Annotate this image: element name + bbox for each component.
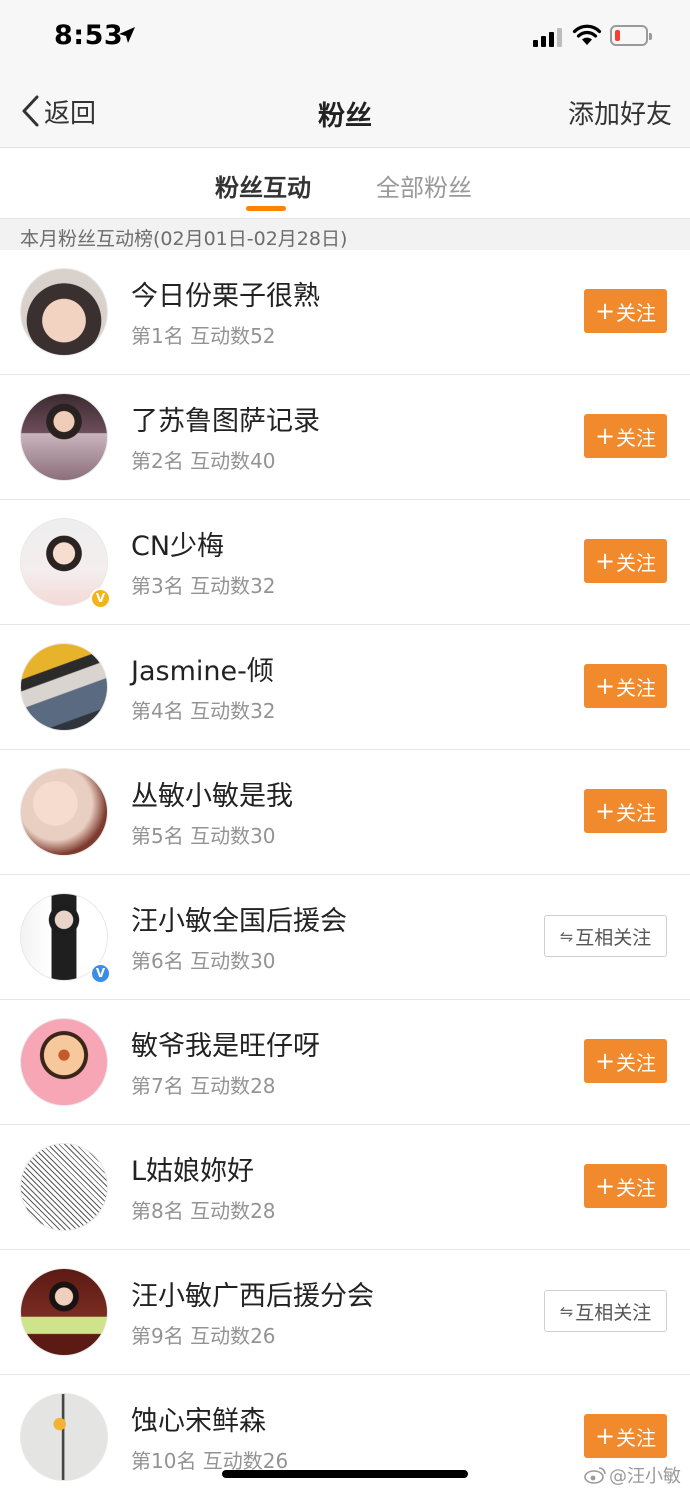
avatar[interactable] (20, 643, 108, 731)
avatar[interactable] (20, 393, 108, 481)
fan-name[interactable]: 蚀心宋鲜森 (131, 1399, 266, 1438)
follow-button[interactable]: + 关注 (584, 1414, 667, 1458)
follow-button-label: 关注 (616, 1050, 657, 1075)
follow-button[interactable]: + 关注 (584, 664, 667, 708)
fan-name[interactable]: L姑娘妳好 (131, 1149, 254, 1188)
plus-icon: + (594, 1172, 616, 1200)
verified-v-icon: V (90, 963, 111, 984)
tab-fan-interaction[interactable]: 粉丝互动 (215, 168, 311, 203)
follow-button-label: 关注 (616, 675, 657, 700)
fan-rank-stats: 第4名 互动数32 (131, 699, 276, 723)
plus-icon: + (594, 1047, 616, 1075)
fan-row[interactable]: Jasmine-倾 第4名 互动数32 + 关注 (0, 625, 690, 750)
avatar[interactable] (20, 1143, 108, 1231)
weibo-icon (584, 1467, 606, 1484)
fan-name[interactable]: Jasmine-倾 (131, 649, 274, 688)
fan-name[interactable]: 敏爷我是旺仔呀 (131, 1024, 320, 1063)
fan-rank-stats: 第9名 互动数26 (131, 1324, 276, 1348)
plus-icon: + (594, 422, 616, 450)
fan-row[interactable]: 今日份栗子很熟 第1名 互动数52 + 关注 (0, 250, 690, 375)
battery-icon (610, 25, 652, 46)
wifi-icon (572, 24, 602, 45)
fan-rank-stats: 第8名 互动数28 (131, 1199, 276, 1223)
swap-arrows-icon: ⇋ (559, 926, 574, 946)
fan-row[interactable]: 丛敏小敏是我 第5名 互动数30 + 关注 (0, 750, 690, 875)
fan-rank-stats: 第5名 互动数30 (131, 824, 276, 848)
mutual-follow-button[interactable]: ⇋ 互相关注 (544, 915, 667, 957)
plus-icon: + (594, 547, 616, 575)
swap-arrows-icon: ⇋ (559, 1301, 574, 1321)
fan-row[interactable]: 汪小敏广西后援分会 第9名 互动数26 ⇋ 互相关注 (0, 1250, 690, 1375)
follow-button-label: 关注 (616, 300, 657, 325)
fan-rank-stats: 第6名 互动数30 (131, 949, 276, 973)
follow-button-label: 关注 (616, 1175, 657, 1200)
nav-bar: 返回 粉丝 添加好友 (0, 76, 690, 148)
avatar[interactable] (20, 1393, 108, 1481)
add-friend-button[interactable]: 添加好友 (568, 94, 672, 131)
avatar[interactable] (20, 1268, 108, 1356)
follow-button-label: 关注 (616, 425, 657, 450)
signal-icon (533, 27, 562, 47)
follow-button-label: 关注 (616, 800, 657, 825)
avatar[interactable] (20, 768, 108, 856)
follow-button[interactable]: + 关注 (584, 414, 667, 458)
fan-row[interactable]: L姑娘妳好 第8名 互动数28 + 关注 (0, 1125, 690, 1250)
mutual-follow-button[interactable]: ⇋ 互相关注 (544, 1290, 667, 1332)
follow-button[interactable]: + 关注 (584, 539, 667, 583)
status-bar: 8:53 (0, 0, 690, 76)
follow-button[interactable]: + 关注 (584, 289, 667, 333)
watermark-text: @汪小敏 (609, 1466, 681, 1487)
fan-name[interactable]: 丛敏小敏是我 (131, 774, 293, 813)
fan-rank-stats: 第3名 互动数32 (131, 574, 276, 598)
location-arrow-icon (119, 27, 135, 43)
follow-button[interactable]: + 关注 (584, 1164, 667, 1208)
fan-row[interactable]: V 汪小敏全国后援会 第6名 互动数30 ⇋ 互相关注 (0, 875, 690, 1000)
avatar[interactable] (20, 268, 108, 356)
mutual-follow-label: 互相关注 (575, 926, 652, 949)
follow-button-label: 关注 (616, 1425, 657, 1450)
fan-list: 今日份栗子很熟 第1名 互动数52 + 关注 了苏鲁图萨记录 第2名 互动数40 … (0, 250, 690, 1493)
fan-row[interactable]: 了苏鲁图萨记录 第2名 互动数40 + 关注 (0, 375, 690, 500)
follow-button[interactable]: + 关注 (584, 789, 667, 833)
follow-button-label: 关注 (616, 550, 657, 575)
fan-name[interactable]: 汪小敏广西后援分会 (131, 1274, 374, 1313)
home-indicator[interactable] (222, 1470, 468, 1478)
follow-button[interactable]: + 关注 (584, 1039, 667, 1083)
plus-icon: + (594, 297, 616, 325)
active-tab-indicator (246, 206, 286, 211)
ranking-period-label: 本月粉丝互动榜(02月01日-02月28日) (20, 228, 348, 250)
plus-icon: + (594, 797, 616, 825)
mutual-follow-label: 互相关注 (575, 1301, 652, 1324)
fan-row[interactable]: V CN少梅 第3名 互动数32 + 关注 (0, 500, 690, 625)
fan-rank-stats: 第1名 互动数52 (131, 324, 276, 348)
fan-row[interactable]: 敏爷我是旺仔呀 第7名 互动数28 + 关注 (0, 1000, 690, 1125)
avatar[interactable]: V (20, 518, 111, 609)
watermark: @汪小敏 (584, 1462, 681, 1488)
plus-icon: + (594, 672, 616, 700)
fan-name[interactable]: 了苏鲁图萨记录 (131, 399, 320, 438)
tab-all-fans[interactable]: 全部粉丝 (376, 168, 472, 203)
tab-bar: 粉丝互动 全部粉丝 (0, 148, 690, 218)
fan-name[interactable]: 今日份栗子很熟 (131, 274, 320, 313)
fan-name[interactable]: 汪小敏全国后援会 (131, 899, 347, 938)
avatar[interactable] (20, 1018, 108, 1106)
avatar[interactable]: V (20, 893, 111, 984)
fan-name[interactable]: CN少梅 (131, 524, 224, 563)
verified-v-icon: V (90, 588, 111, 609)
fan-rank-stats: 第7名 互动数28 (131, 1074, 276, 1098)
fan-rank-stats: 第2名 互动数40 (131, 449, 276, 473)
status-time: 8:53 (54, 20, 124, 51)
plus-icon: + (594, 1422, 616, 1450)
ranking-section-header: 本月粉丝互动榜(02月01日-02月28日) (0, 218, 690, 250)
